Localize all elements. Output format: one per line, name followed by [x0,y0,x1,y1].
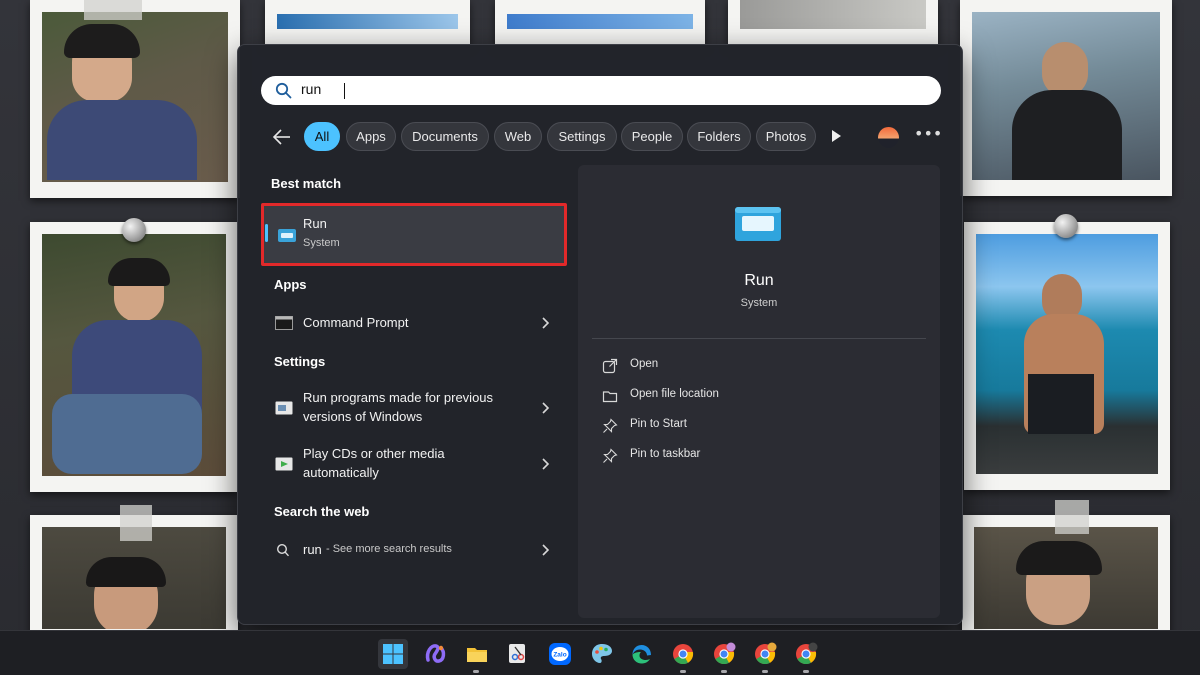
filter-documents[interactable]: Documents [401,122,489,151]
action-pin-to-start[interactable]: Pin to Start [602,415,802,437]
best-match-title: Run [303,216,327,231]
result-title-line1: Play CDs or other media [303,446,445,461]
web-query: run [303,542,322,557]
search-input[interactable]: run [261,76,941,105]
wallpaper-photo [960,0,1172,196]
more-filters-arrow-icon[interactable] [830,129,842,143]
chrome-profile-icon[interactable] [709,639,739,669]
action-pin-to-taskbar[interactable]: Pin to taskbar [602,445,802,467]
more-options-icon[interactable]: ••• [914,124,942,148]
tape [120,505,152,541]
best-match-header: Best match [271,176,342,191]
filter-all[interactable]: All [304,122,340,151]
chrome-profile-icon[interactable] [750,639,780,669]
pin-icon [603,448,618,463]
action-label: Open [630,358,659,370]
action-open-file-location[interactable]: Open file location [602,385,802,407]
action-label: Open file location [630,388,719,400]
result-title-line2: automatically [303,465,379,480]
settings-header: Settings [274,354,326,369]
filter-people[interactable]: People [621,122,683,151]
chrome-profile-icon[interactable] [791,639,821,669]
account-avatar-icon[interactable] [878,127,899,148]
chevron-right-icon[interactable] [541,402,550,414]
command-prompt-icon [275,316,293,330]
wallpaper-photo [728,0,938,45]
chevron-right-icon[interactable] [541,544,550,556]
filter-photos[interactable]: Photos [756,122,816,151]
folder-icon [602,391,618,403]
wallpaper-photo [265,0,470,45]
action-label: Pin to Start [630,418,687,430]
pushpin [122,218,146,242]
selection-accent [265,224,268,242]
preview-title: Run [744,272,774,289]
running-indicator [803,670,809,673]
wallpaper-photo [30,0,240,198]
best-match-run[interactable]: Run System [261,203,567,266]
divider [592,338,926,339]
chevron-right-icon[interactable] [541,458,550,470]
filter-apps[interactable]: Apps [346,122,396,151]
autoplay-icon [275,457,293,471]
chrome-icon[interactable] [668,639,698,669]
chevron-right-icon[interactable] [541,317,550,329]
preview-subtitle: System [740,297,778,309]
paint-icon[interactable] [587,639,617,669]
search-icon [276,543,290,557]
apps-header: Apps [274,277,307,292]
taskbar: Zalo [0,630,1200,675]
text-caret [344,83,345,99]
run-app-icon [735,207,781,241]
search-icon [275,82,292,99]
settings-page-icon [275,401,293,415]
search-query[interactable]: run [301,81,321,97]
best-match-subtitle: System [303,237,340,249]
wallpaper-photo [962,515,1170,645]
preview-pane: Run System Open Open file location Pin t… [578,165,940,618]
running-indicator [473,670,479,673]
result-title: Command Prompt [303,315,409,330]
copilot-icon[interactable] [420,639,450,669]
running-indicator [762,670,768,673]
result-title-line2: versions of Windows [303,409,423,424]
web-suffix: - See more search results [326,543,452,555]
filter-folders[interactable]: Folders [687,122,751,151]
action-open[interactable]: Open [602,355,802,377]
filter-bar: All Apps Documents Web Settings People F… [238,122,962,152]
wallpaper-photo [964,222,1170,490]
search-panel: run All Apps Documents Web Settings Peop… [237,44,963,625]
result-play-cds[interactable]: Play CDs or other media automatically [262,441,568,487]
filter-settings[interactable]: Settings [547,122,617,151]
wallpaper-photo [495,0,705,45]
tape [1055,500,1089,534]
action-label: Pin to taskbar [630,448,701,460]
tape [84,0,142,20]
file-explorer-icon[interactable] [462,639,492,669]
open-external-icon [602,358,618,374]
result-command-prompt[interactable]: Command Prompt [262,308,568,338]
result-web-search[interactable]: run - See more search results [262,535,568,565]
result-run-previous-versions[interactable]: Run programs made for previous versions … [262,385,568,431]
filter-web[interactable]: Web [494,122,542,151]
running-indicator [680,670,686,673]
edge-icon[interactable] [627,639,657,669]
pushpin [1054,214,1078,238]
running-indicator [721,670,727,673]
wallpaper-photo [30,222,238,492]
search-web-header: Search the web [274,504,370,519]
back-arrow-icon[interactable] [270,126,294,148]
zalo-label: Zalo [553,652,566,659]
zalo-icon[interactable]: Zalo [545,639,575,669]
run-app-icon [278,229,296,242]
windows-start-icon[interactable] [378,639,408,669]
pin-icon [603,418,618,433]
result-title-line1: Run programs made for previous [303,390,494,405]
snipping-tool-icon[interactable] [503,639,533,669]
